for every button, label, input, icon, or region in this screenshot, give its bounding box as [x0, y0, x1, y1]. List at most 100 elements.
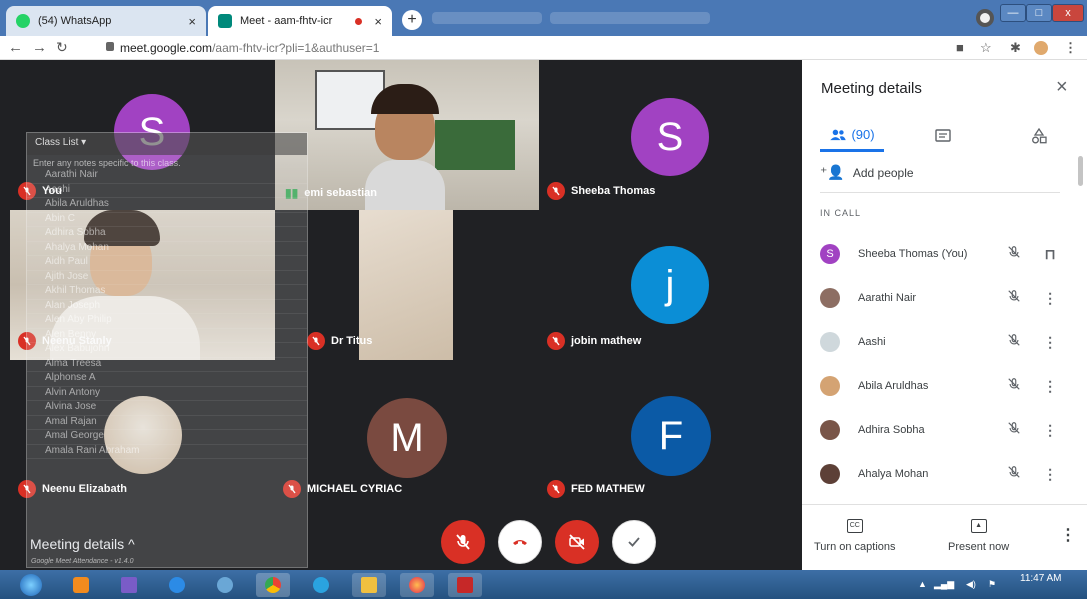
more-options-icon[interactable]: ⋮: [1060, 525, 1076, 545]
close-window-button[interactable]: x: [1052, 4, 1084, 22]
video-feed: [359, 210, 453, 360]
meeting-details-toggle[interactable]: Meeting details ^: [30, 536, 135, 552]
participant-tile[interactable]: M MICHAEL CYRIAC: [275, 360, 539, 508]
class-list-item[interactable]: Amal George: [27, 430, 307, 445]
maximize-button[interactable]: □: [1026, 4, 1052, 22]
class-list-item[interactable]: Aashi: [27, 184, 307, 198]
more-options-icon[interactable]: ⋮: [1040, 466, 1060, 483]
chrome-icon[interactable]: [256, 573, 290, 597]
class-list-item[interactable]: Amala Rani Abraham: [27, 445, 307, 459]
class-list-item[interactable]: Alvin Antony: [27, 387, 307, 401]
firefox-icon[interactable]: [400, 573, 434, 597]
participant-tile[interactable]: ▮▮ emi sebastian: [275, 60, 539, 210]
add-people-button[interactable]: ⁺👤 Add people: [820, 164, 914, 181]
url-field[interactable]: meet.google.com/aam-fhtv-icr?pli=1&authu…: [120, 41, 379, 55]
participant-row[interactable]: Ahalya Mohan ⋮: [820, 454, 1060, 494]
close-panel-icon[interactable]: ×: [1056, 76, 1068, 99]
mic-off-icon[interactable]: [1004, 289, 1024, 308]
class-list-item[interactable]: Alma Treesa: [27, 358, 307, 372]
file-explorer-icon[interactable]: [352, 573, 386, 597]
flag-icon[interactable]: ⚑: [988, 579, 996, 590]
extensions-icon[interactable]: ✱: [1010, 40, 1021, 56]
class-list-item[interactable]: Alan Joseph: [27, 300, 307, 314]
internet-explorer-icon[interactable]: [160, 573, 194, 597]
tab-people[interactable]: (90): [820, 120, 884, 152]
network-icon[interactable]: ▂▄▆: [934, 579, 954, 590]
class-list-item[interactable]: Alen Benny: [27, 329, 307, 343]
new-tab-button[interactable]: +: [402, 10, 422, 30]
attendance-class-list[interactable]: Class List ▾ Enter any notes specific to…: [26, 132, 308, 568]
present-now-button[interactable]: ▲ Present now: [948, 519, 1009, 553]
meet-icon: [218, 14, 232, 28]
participant-row[interactable]: Abila Aruldhas ⋮: [820, 366, 1060, 406]
tab-chat[interactable]: [928, 120, 958, 152]
mic-off-icon[interactable]: [1004, 245, 1024, 264]
captions-button[interactable]: CC Turn on captions: [814, 519, 896, 553]
avatar: [820, 464, 840, 484]
blurred-tab[interactable]: [550, 12, 710, 24]
participant-row[interactable]: S Sheeba Thomas (You) ⊓: [820, 234, 1060, 274]
blurred-tab[interactable]: [432, 12, 542, 24]
participant-tile[interactable]: S Sheeba Thomas: [539, 60, 802, 210]
mic-off-icon[interactable]: [1004, 421, 1024, 440]
class-list-item[interactable]: Akhil Thomas: [27, 285, 307, 300]
close-tab-icon[interactable]: ×: [188, 14, 196, 29]
more-options-icon[interactable]: ⋮: [1040, 334, 1060, 351]
reload-icon[interactable]: ↻: [56, 39, 68, 56]
mic-toggle-button[interactable]: [441, 520, 485, 564]
participant-tile[interactable]: F FED MATHEW: [539, 360, 802, 508]
tab-activities[interactable]: [1024, 120, 1054, 152]
class-list-item[interactable]: Adhira Sobha: [27, 227, 307, 242]
more-options-icon[interactable]: ⋮: [1040, 422, 1060, 439]
class-list-item[interactable]: Aidh Paul: [27, 256, 307, 271]
more-icon[interactable]: ⋮: [1064, 40, 1077, 56]
participant-tile[interactable]: Dr Titus: [299, 210, 539, 360]
participant-tile[interactable]: j jobin mathew: [539, 210, 802, 360]
mail-icon[interactable]: [112, 573, 146, 597]
avatar[interactable]: [1034, 41, 1048, 55]
close-tab-icon[interactable]: ×: [374, 14, 382, 29]
class-list-item[interactable]: Alen Aby Philip: [27, 314, 307, 329]
tab-whatsapp[interactable]: (54) WhatsApp ×: [6, 6, 206, 36]
participant-row[interactable]: Aashi ⋮: [820, 322, 1060, 362]
tab-meet[interactable]: Meet - aam-fhtv-icr ×: [208, 6, 392, 36]
pdf-reader-icon[interactable]: [448, 573, 482, 597]
tray-arrow-icon[interactable]: ▲: [918, 579, 927, 589]
participant-row[interactable]: Adhira Sobha ⋮: [820, 410, 1060, 450]
more-options-icon[interactable]: ⋮: [1040, 378, 1060, 395]
class-list-item[interactable]: Alvina Jose: [27, 401, 307, 416]
media-player-icon[interactable]: [64, 573, 98, 597]
participant-row[interactable]: Aarathi Nair ⋮: [820, 278, 1060, 318]
class-list-item[interactable]: Alphonse A: [27, 372, 307, 387]
mic-off-icon[interactable]: [1004, 377, 1024, 396]
profile-icon[interactable]: [976, 9, 994, 27]
class-list-item[interactable]: Aarathi Nair: [27, 169, 307, 184]
class-list-item[interactable]: Alex Babujohn: [27, 343, 307, 358]
class-list-item[interactable]: Ajith Jose: [27, 271, 307, 285]
forward-icon[interactable]: →: [32, 39, 47, 56]
attendance-check-button[interactable]: [612, 520, 656, 564]
more-options-icon[interactable]: ⋮: [1040, 290, 1060, 307]
system-clock[interactable]: 11:47 AM: [1020, 573, 1062, 584]
telegram-icon[interactable]: [304, 573, 338, 597]
class-list-item[interactable]: Ahalya Mohan: [27, 242, 307, 256]
camera-toggle-button[interactable]: [555, 520, 599, 564]
class-list-item[interactable]: Abin C: [27, 213, 307, 227]
star-icon[interactable]: ☆: [980, 40, 992, 56]
class-note[interactable]: Enter any notes specific to this class.: [27, 155, 307, 169]
camera-icon[interactable]: ■: [956, 40, 964, 55]
mic-off-icon[interactable]: [1004, 333, 1024, 352]
mic-off-icon[interactable]: [1004, 465, 1024, 484]
panel-title: Meeting details: [821, 80, 922, 97]
class-list-header[interactable]: Class List ▾: [27, 133, 307, 155]
class-list-item[interactable]: Amal Rajan: [27, 416, 307, 430]
panel-scrollbar[interactable]: [1078, 156, 1083, 186]
settings-icon[interactable]: [208, 573, 242, 597]
start-button[interactable]: [14, 573, 48, 597]
leave-call-button[interactable]: [498, 520, 542, 564]
minimize-button[interactable]: —: [1000, 4, 1026, 22]
volume-icon[interactable]: ◀): [966, 579, 976, 590]
pin-icon[interactable]: ⊓: [1040, 246, 1060, 263]
back-icon[interactable]: ←: [8, 39, 23, 56]
class-list-item[interactable]: Abila Aruldhas: [27, 198, 307, 213]
